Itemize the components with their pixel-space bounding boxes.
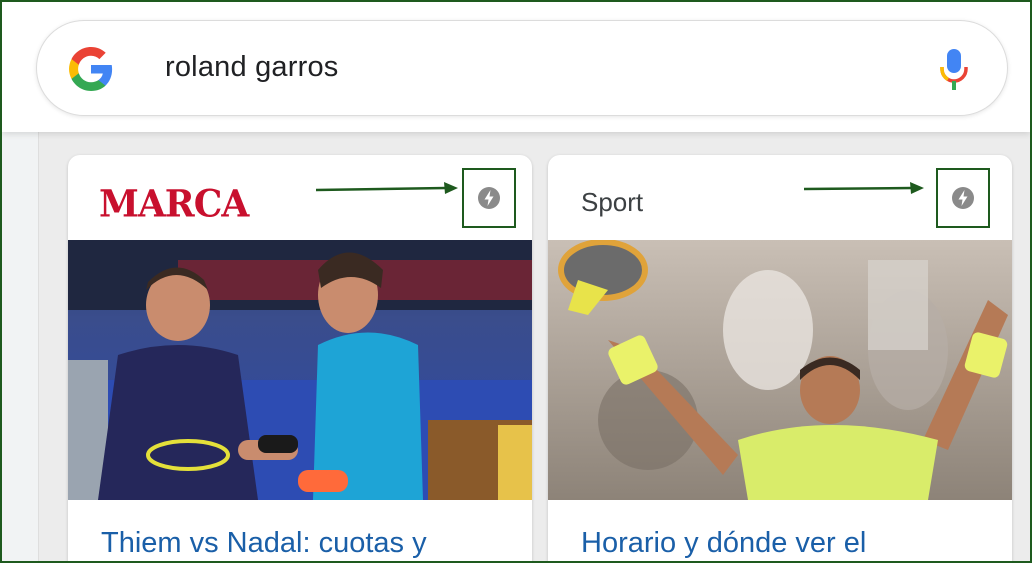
screenshot-frame: roland garros MARCA Thiem vs Nadal: cuot… (0, 0, 1032, 563)
card-image-tennis-celebration (548, 240, 1012, 500)
arrow-right-annotation (316, 182, 458, 194)
google-g-icon (69, 47, 113, 91)
amp-highlight-box (462, 168, 516, 228)
amp-lightning-icon[interactable] (477, 186, 501, 210)
search-bar[interactable]: roland garros (36, 20, 1008, 116)
card-header: Sport (548, 155, 1012, 240)
amp-highlight-box (936, 168, 990, 228)
search-input[interactable]: roland garros (165, 51, 338, 84)
card-headline-link[interactable]: Thiem vs Nadal: cuotas y (101, 527, 427, 560)
source-name: Sport (581, 187, 644, 217)
news-card-sport[interactable]: Sport Horario y dónde ver el (548, 155, 1012, 561)
news-card-marca[interactable]: MARCA Thiem vs Nadal: cuotas y (68, 155, 532, 561)
amp-lightning-icon[interactable] (951, 186, 975, 210)
card-headline-link[interactable]: Horario y dónde ver el (581, 527, 866, 560)
search-header: roland garros (2, 2, 1030, 132)
card-header: MARCA (68, 155, 532, 240)
marca-logo: MARCA (99, 181, 249, 227)
card-image-tennis-handshake (68, 240, 532, 500)
arrow-right-annotation (804, 182, 924, 194)
microphone-icon[interactable] (937, 47, 971, 91)
